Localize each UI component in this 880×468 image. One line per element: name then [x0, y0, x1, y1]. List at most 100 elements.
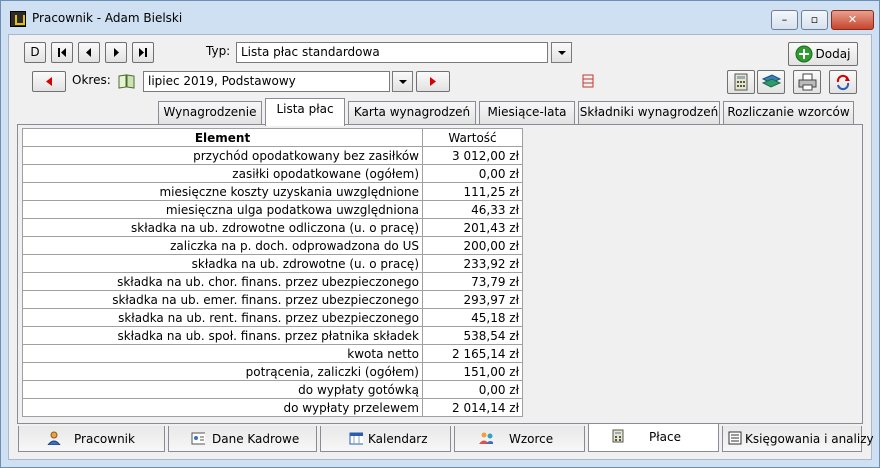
plus-circle-icon	[795, 45, 813, 63]
tab-lista-plac[interactable]: Lista płac	[265, 98, 345, 126]
tab-skladniki-wynagrodzen[interactable]: Składniki wynagrodzeń	[578, 101, 720, 124]
tab-karta-wynagrodzen[interactable]: Karta wynagrodzeń	[348, 101, 476, 124]
ledger-icon	[728, 431, 742, 445]
maximize-button[interactable]: ▫	[801, 10, 828, 30]
value-cell: 73,79 zł	[422, 272, 523, 291]
table-row[interactable]: składka na ub. chor. finans. przez ubezp…	[22, 272, 523, 291]
add-button[interactable]: Dodaj	[788, 42, 858, 66]
add-button-label: Dodaj	[815, 47, 851, 61]
value-cell: 2 014,14 zł	[422, 398, 523, 417]
table-row[interactable]: zasiłki opodatkowane (ogółem) 0,00 zł	[22, 164, 523, 183]
typ-dropdown-button[interactable]	[551, 42, 572, 63]
calculator-button[interactable]	[727, 70, 755, 94]
refresh-icon	[836, 74, 850, 91]
element-cell: kwota netto	[22, 344, 423, 363]
header-element[interactable]: Element	[22, 128, 423, 147]
element-cell: składka na ub. chor. finans. przez ubezp…	[22, 272, 423, 291]
value-cell: 201,43 zł	[422, 218, 523, 237]
element-cell: miesięczne koszty uzyskania uwzględnione	[22, 182, 423, 201]
bottom-tab-wzorce[interactable]: Wzorce	[454, 426, 585, 452]
element-cell: zasiłki opodatkowane (ogółem)	[22, 164, 423, 183]
table-row[interactable]: potrącenia, zaliczki (ogółem) 151,00 zł	[22, 362, 523, 381]
element-cell: składka na ub. społ. finans. przez płatn…	[22, 326, 423, 345]
value-cell: 538,54 zł	[422, 326, 523, 345]
books-icon	[761, 74, 782, 88]
bottom-tab-place[interactable]: Płace	[588, 424, 719, 452]
bottom-tab-label: Dane Kadrowe	[212, 432, 300, 446]
skip-last-icon	[139, 48, 147, 57]
table-row[interactable]: kwota netto 2 165,14 zł	[22, 344, 523, 363]
element-cell: miesięczna ulga podatkowa uwzględniona	[22, 200, 423, 219]
value-cell: 2 165,14 zł	[422, 344, 523, 363]
close-button[interactable]: ✕	[831, 10, 874, 30]
go-first-button[interactable]	[51, 42, 73, 63]
okres-select[interactable]: lipiec 2019, Podstawowy	[143, 71, 390, 92]
bottom-tab-kalendarz[interactable]: Kalendarz	[320, 426, 451, 452]
table-header-row: Element Wartość	[22, 128, 523, 147]
value-cell: 111,25 zł	[422, 182, 523, 201]
element-cell: składka na ub. zdrowotne odliczona (u. o…	[22, 218, 423, 237]
okres-next-button[interactable]	[416, 71, 450, 92]
book-icon	[118, 74, 135, 89]
table-row[interactable]: przychód opodatkowany bez zasiłków 3 012,…	[22, 146, 523, 165]
first-record-button[interactable]: D	[24, 42, 46, 63]
table-row[interactable]: miesięczna ulga podatkowa uwzględniona 46…	[22, 200, 523, 219]
bottom-tab-dane-kadrowe[interactable]: Dane Kadrowe	[168, 426, 317, 452]
refresh-button[interactable]	[829, 70, 857, 94]
app-icon	[10, 11, 26, 27]
value-cell: 0,00 zł	[422, 164, 523, 183]
element-cell: składka na ub. emer. finans. przez ubezp…	[22, 290, 423, 309]
okres-prev-button[interactable]	[32, 71, 66, 92]
element-cell: zaliczka na p. doch. odprowadzona do US	[22, 236, 423, 255]
payroll-table: Element Wartość przychód opodatkowany be…	[22, 128, 523, 417]
arrow-right-icon	[114, 48, 119, 57]
bottom-tab-label: Kalendarz	[368, 432, 428, 446]
value-cell: 293,97 zł	[422, 290, 523, 309]
tab-wynagrodzenie[interactable]: Wynagrodzenie	[158, 101, 262, 124]
okres-dropdown-button[interactable]	[392, 71, 413, 92]
books-button[interactable]	[757, 70, 785, 94]
element-cell: do wypłaty gotówką	[22, 380, 423, 399]
person-icon	[47, 431, 61, 445]
previous-button[interactable]	[78, 42, 100, 63]
element-cell: do wypłaty przelewem	[22, 398, 423, 417]
calendar-icon	[349, 432, 363, 445]
table-row[interactable]: składka na ub. zdrowotne (u. o pracę) 233…	[22, 254, 523, 273]
tab-rozliczanie-wzorcow[interactable]: Rozliczanie wzorców	[723, 101, 854, 124]
abacus-icon	[582, 74, 594, 88]
tab-miesiace-lata[interactable]: Miesiące-lata	[479, 101, 575, 124]
header-value[interactable]: Wartość	[422, 128, 523, 147]
table-row[interactable]: zaliczka na p. doch. odprowadzona do US 2…	[22, 236, 523, 255]
bottom-tab-ksiegowania[interactable]: Księgowania i analizy	[722, 426, 874, 452]
next-button[interactable]	[105, 42, 127, 63]
element-cell: składka na ub. rent. finans. przez ubezp…	[22, 308, 423, 327]
table-row[interactable]: do wypłaty przelewem 2 014,14 zł	[22, 398, 523, 417]
bottom-tab-pracownik[interactable]: Pracownik	[18, 426, 165, 452]
table-row[interactable]: składka na ub. zdrowotne odliczona (u. o…	[22, 218, 523, 237]
arrow-left-icon	[86, 48, 91, 57]
table-row[interactable]: składka na ub. rent. finans. przez ubezp…	[22, 308, 523, 327]
table-row[interactable]: składka na ub. emer. finans. przez ubezp…	[22, 290, 523, 309]
title-bar[interactable]: Pracownik - Adam Bielski – ▫ ✕	[1, 1, 879, 35]
value-cell: 3 012,00 zł	[422, 146, 523, 165]
red-arrow-left-icon	[46, 77, 52, 86]
okres-label: Okres:	[72, 73, 111, 87]
minimize-button[interactable]: –	[771, 10, 798, 30]
skip-first-icon	[58, 48, 66, 57]
table-row[interactable]: do wypłaty gotówką 0,00 zł	[22, 380, 523, 399]
red-arrow-right-icon	[430, 77, 436, 86]
table-row[interactable]: miesięczne koszty uzyskania uwzględnione…	[22, 182, 523, 201]
bottom-tab-label: Pracownik	[74, 432, 135, 446]
bottom-tab-label: Płace	[649, 430, 681, 444]
element-cell: przychód opodatkowany bez zasiłków	[22, 146, 423, 165]
value-cell: 233,92 zł	[422, 254, 523, 273]
go-last-button[interactable]	[132, 42, 154, 63]
print-button[interactable]	[793, 70, 821, 94]
bottom-tab-label: Wzorce	[509, 432, 554, 446]
table-row[interactable]: składka na ub. społ. finans. przez płatn…	[22, 326, 523, 345]
value-cell: 45,18 zł	[422, 308, 523, 327]
typ-select[interactable]: Lista płac standardowa	[236, 42, 548, 63]
people-icon	[479, 432, 493, 444]
value-cell: 0,00 zł	[422, 380, 523, 399]
element-cell: potrącenia, zaliczki (ogółem)	[22, 362, 423, 381]
